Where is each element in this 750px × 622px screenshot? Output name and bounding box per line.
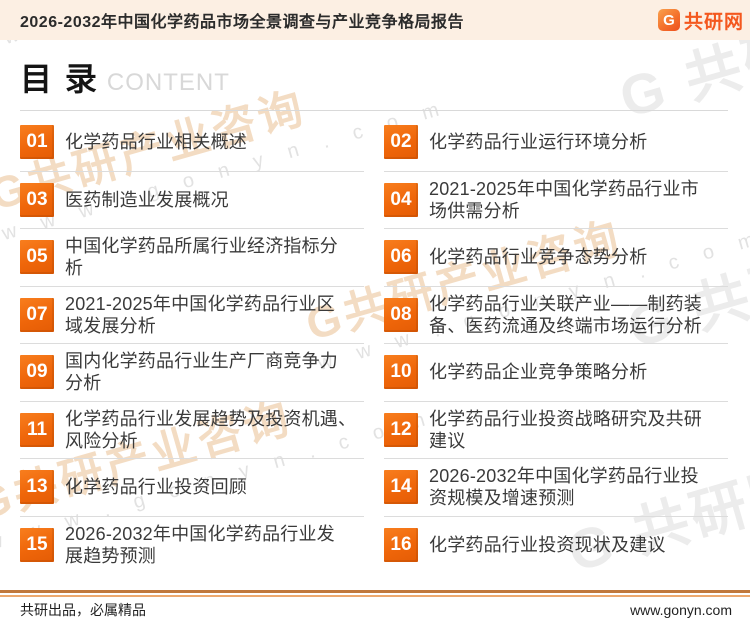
toc-item-number: 03 bbox=[20, 182, 54, 217]
toc-item[interactable]: 15 2026-2032年中国化学药品行业发 展趋势预测 bbox=[20, 517, 364, 575]
toc-item-label: 2021-2025年中国化学药品行业市 场供需分析 bbox=[429, 178, 699, 221]
toc-item[interactable]: 12 化学药品行业投资战略研究及共研 建议 bbox=[384, 402, 728, 459]
toc-item-number: 04 bbox=[384, 182, 418, 217]
toc-item-label: 化学药品企业竞争策略分析 bbox=[429, 362, 648, 383]
toc-item[interactable]: 08 化学药品行业关联产业——制药装 备、医药流通及终端市场运行分析 bbox=[384, 287, 728, 344]
footer-site-link[interactable]: www.gonyn.com bbox=[630, 602, 732, 618]
toc-item-label: 2026-2032年中国化学药品行业投 资规模及增速预测 bbox=[429, 466, 699, 509]
toc-item-label: 化学药品行业相关概述 bbox=[65, 132, 247, 153]
toc-item-label: 化学药品行业关联产业——制药装 备、医药流通及终端市场运行分析 bbox=[429, 293, 702, 336]
toc-item-number: 16 bbox=[384, 528, 418, 563]
toc-item-number: 01 bbox=[20, 125, 54, 160]
toc-item[interactable]: 06 化学药品行业竞争态势分析 bbox=[384, 229, 728, 287]
report-toc-page: G共研产业咨询 w w w . g o n y n . c o m w w w … bbox=[0, 0, 750, 622]
toc-title: 目 录 bbox=[20, 61, 99, 97]
toc-item-label: 化学药品行业竞争态势分析 bbox=[429, 247, 648, 268]
toc-item-number: 14 bbox=[384, 470, 418, 505]
toc-item[interactable]: 02 化学药品行业运行环境分析 bbox=[384, 114, 728, 172]
toc-column-right: 02 化学药品行业运行环境分析 04 2021-2025年中国化学药品行业市 场… bbox=[384, 114, 728, 574]
toc-item-label: 国内化学药品行业生产厂商竞争力 分析 bbox=[65, 351, 338, 394]
toc-item-number: 05 bbox=[20, 240, 54, 275]
toc-item-label: 医药制造业发展概况 bbox=[65, 189, 229, 210]
toc-grid: 01 化学药品行业相关概述 03 医药制造业发展概况 05 中国化学药品所属行业… bbox=[20, 114, 728, 574]
toc-item-number: 06 bbox=[384, 240, 418, 275]
toc-item-label: 中国化学药品所属行业经济指标分 析 bbox=[65, 236, 338, 279]
brand-logo-text: 共研网 bbox=[683, 11, 744, 33]
report-title: 2026-2032年中国化学药品市场全景调查与产业竞争格局报告 bbox=[20, 14, 465, 31]
toc-subtitle: CONTENT bbox=[106, 69, 230, 96]
toc-item-number: 15 bbox=[20, 528, 54, 563]
toc-item[interactable]: 14 2026-2032年中国化学药品行业投 资规模及增速预测 bbox=[384, 459, 728, 517]
toc-item-label: 2026-2032年中国化学药品行业发 展趋势预测 bbox=[65, 524, 335, 567]
toc-item-label: 2021-2025年中国化学药品行业区 域发展分析 bbox=[65, 293, 335, 336]
brand-logo-icon: G bbox=[657, 9, 680, 31]
toc-item[interactable]: 16 化学药品行业投资现状及建议 bbox=[384, 517, 728, 575]
footer: 共研出品，必属精品 www.gonyn.com bbox=[0, 590, 750, 622]
toc-item[interactable]: 13 化学药品行业投资回顾 bbox=[20, 459, 364, 517]
header-bar: 2026-2032年中国化学药品市场全景调查与产业竞争格局报告 G 共研网 bbox=[0, 0, 750, 40]
footer-slogan: 共研出品，必属精品 bbox=[20, 601, 146, 618]
toc-item-number: 02 bbox=[384, 125, 418, 160]
toc-item-label: 化学药品行业投资现状及建议 bbox=[429, 535, 666, 556]
toc-item[interactable]: 11 化学药品行业发展趋势及投资机遇、 风险分析 bbox=[20, 402, 364, 459]
toc-item-number: 12 bbox=[384, 412, 418, 447]
toc-item-number: 10 bbox=[384, 355, 418, 390]
toc-item[interactable]: 04 2021-2025年中国化学药品行业市 场供需分析 bbox=[384, 172, 728, 229]
toc-item[interactable]: 01 化学药品行业相关概述 bbox=[20, 114, 364, 172]
toc-item-number: 08 bbox=[384, 297, 418, 332]
heading-divider bbox=[20, 110, 728, 111]
toc-item-label: 化学药品行业运行环境分析 bbox=[429, 132, 648, 153]
toc-section: 目 录 CONTENT 01 化学药品行业相关概述 03 医药制造业发展概况 0… bbox=[0, 40, 750, 574]
toc-item-label: 化学药品行业投资回顾 bbox=[65, 477, 247, 498]
toc-item[interactable]: 07 2021-2025年中国化学药品行业区 域发展分析 bbox=[20, 287, 364, 344]
toc-item-number: 11 bbox=[20, 412, 54, 447]
toc-item[interactable]: 10 化学药品企业竞争策略分析 bbox=[384, 344, 728, 402]
toc-column-left: 01 化学药品行业相关概述 03 医药制造业发展概况 05 中国化学药品所属行业… bbox=[20, 114, 364, 574]
toc-item-number: 09 bbox=[20, 355, 54, 390]
toc-item[interactable]: 03 医药制造业发展概况 bbox=[20, 172, 364, 229]
footer-rule-dark bbox=[0, 590, 750, 593]
toc-item[interactable]: 05 中国化学药品所属行业经济指标分 析 bbox=[20, 229, 364, 287]
toc-item[interactable]: 09 国内化学药品行业生产厂商竞争力 分析 bbox=[20, 344, 364, 402]
toc-item-label: 化学药品行业投资战略研究及共研 建议 bbox=[429, 408, 702, 451]
toc-heading: 目 录 CONTENT bbox=[20, 54, 728, 100]
toc-item-number: 07 bbox=[20, 297, 54, 332]
toc-item-number: 13 bbox=[20, 470, 54, 505]
toc-item-label: 化学药品行业发展趋势及投资机遇、 风险分析 bbox=[65, 408, 357, 451]
brand-logo[interactable]: G 共研网 bbox=[657, 7, 744, 34]
